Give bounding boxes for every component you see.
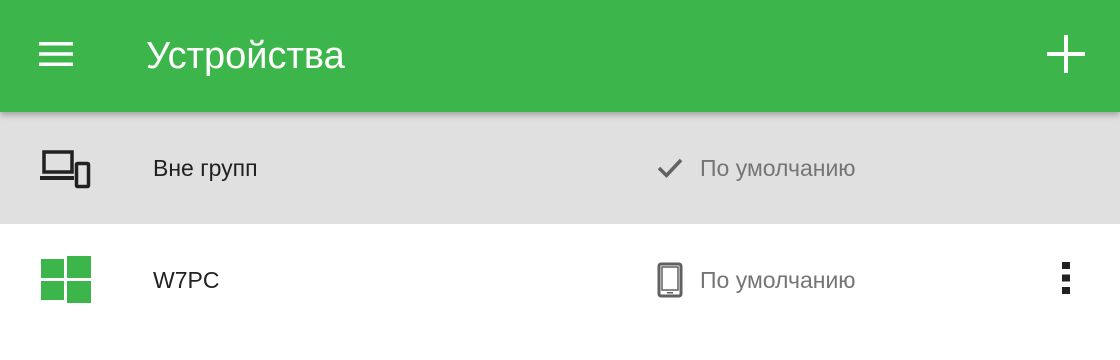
tablet-icon [652,262,688,298]
more-vertical-icon [1061,261,1071,299]
hamburger-menu-icon [39,41,73,72]
add-device-button[interactable] [1040,30,1092,82]
group-status: По умолчанию [652,112,856,224]
device-status: По умолчанию [652,224,856,336]
device-more-button[interactable] [1046,260,1086,300]
checkmark-icon [652,150,688,186]
group-name: Вне групп [153,155,258,181]
device-row-w7pc[interactable]: W7PC По умолчанию [0,224,1120,336]
plus-icon [1047,34,1085,78]
menu-button[interactable] [30,30,82,82]
group-status-text: По умолчанию [700,154,856,181]
app-bar: Устройства [0,0,1120,112]
group-row-ungrouped[interactable]: Вне групп По умолчанию [0,112,1120,224]
windows-logo-icon [38,252,94,308]
page-title: Устройства [146,35,345,77]
devices-icon [38,140,94,196]
device-status-text: По умолчанию [700,266,856,293]
device-name: W7PC [153,267,220,293]
